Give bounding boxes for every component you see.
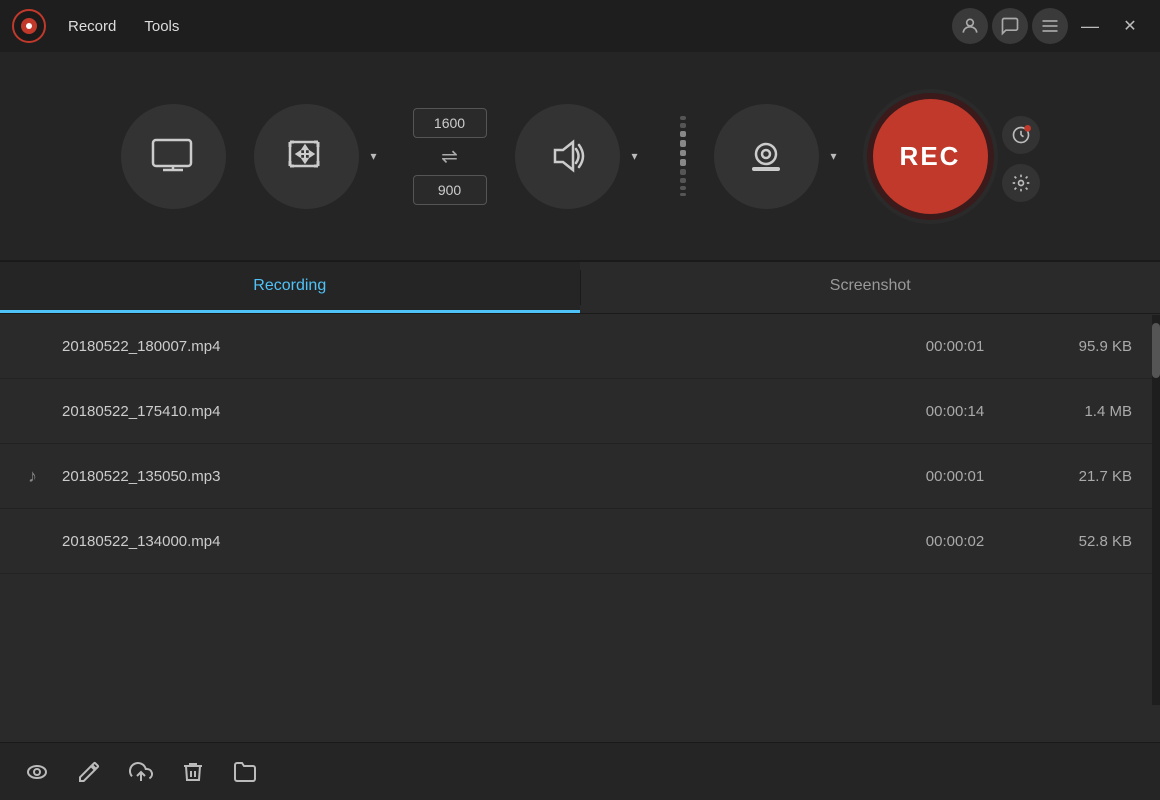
- delete-button[interactable]: [176, 755, 210, 789]
- audio-button[interactable]: [515, 104, 620, 209]
- vol-bar-7: [680, 169, 686, 175]
- titlebar-icons: — ✕: [952, 8, 1148, 44]
- file-duration: 00:00:01: [890, 468, 1020, 485]
- bottom-toolbar: [0, 742, 1160, 800]
- file-duration: 00:00:01: [890, 338, 1020, 355]
- audio-select-group: ▾: [515, 104, 646, 209]
- tab-screenshot[interactable]: Screenshot: [581, 262, 1160, 313]
- upload-button[interactable]: [124, 755, 158, 789]
- minimize-button[interactable]: —: [1072, 8, 1108, 44]
- tabs-bar: Recording Screenshot: [0, 262, 1160, 314]
- height-input[interactable]: 900: [413, 175, 487, 205]
- file-row[interactable]: 20180522_175410.mp4 00:00:14 1.4 MB: [0, 379, 1160, 444]
- region-button[interactable]: [254, 104, 359, 209]
- menu-icon-btn[interactable]: [1032, 8, 1068, 44]
- webcam-dropdown-arrow[interactable]: ▾: [823, 145, 845, 167]
- rec-area: REC: [873, 99, 1040, 214]
- app-logo: [12, 9, 46, 43]
- webcam-select-group: ▾: [714, 104, 845, 209]
- width-input[interactable]: 1600: [413, 108, 487, 138]
- scrollbar-track: [1152, 315, 1160, 705]
- scrollbar-thumb[interactable]: [1152, 323, 1160, 378]
- audio-dropdown-arrow[interactable]: ▾: [624, 145, 646, 167]
- file-size: 95.9 KB: [1032, 338, 1132, 355]
- folder-button[interactable]: [228, 755, 262, 789]
- vol-bar-8: [680, 178, 686, 182]
- close-button[interactable]: ✕: [1112, 8, 1148, 44]
- region-select-group: ▾: [254, 104, 385, 209]
- vol-bar-5: [680, 150, 686, 156]
- volume-indicator: [680, 116, 686, 196]
- vol-bar-4: [680, 140, 686, 147]
- chat-icon-btn[interactable]: [992, 8, 1028, 44]
- screen-capture-button[interactable]: [121, 104, 226, 209]
- schedule-button[interactable]: [1002, 116, 1040, 154]
- vol-bar-3: [680, 131, 686, 137]
- file-name: 20180522_134000.mp4: [62, 533, 878, 550]
- file-duration: 00:00:14: [890, 403, 1020, 420]
- resolution-group: 1600 ⇌ 900: [413, 108, 487, 205]
- webcam-button[interactable]: [714, 104, 819, 209]
- file-name: 20180522_175410.mp4: [62, 403, 878, 420]
- menu-tools[interactable]: Tools: [134, 14, 189, 39]
- file-row[interactable]: 20180522_180007.mp4 00:00:01 95.9 KB: [0, 314, 1160, 379]
- vol-bar-6: [680, 159, 686, 166]
- rec-button[interactable]: REC: [873, 99, 988, 214]
- file-size: 21.7 KB: [1032, 468, 1132, 485]
- file-row[interactable]: 20180522_134000.mp4 00:00:02 52.8 KB: [0, 509, 1160, 574]
- vol-bar-1: [680, 116, 686, 120]
- vol-bar-10: [680, 193, 686, 196]
- file-duration: 00:00:02: [890, 533, 1020, 550]
- settings-rec-button[interactable]: [1002, 164, 1040, 202]
- rec-sub-buttons: [1002, 116, 1040, 214]
- user-icon-btn[interactable]: [952, 8, 988, 44]
- file-row[interactable]: ♪ 20180522_135050.mp3 00:00:01 21.7 KB: [0, 444, 1160, 509]
- controls-bar: ▾ 1600 ⇌ 900 ▾: [0, 52, 1160, 262]
- audio-file-icon: ♪: [28, 466, 50, 487]
- link-icon: ⇌: [441, 144, 458, 169]
- edit-button[interactable]: [72, 755, 106, 789]
- menu-record[interactable]: Record: [58, 14, 126, 39]
- title-bar: Record Tools — ✕: [0, 0, 1160, 52]
- vol-bar-2: [680, 123, 686, 127]
- file-size: 1.4 MB: [1032, 403, 1132, 420]
- main-content: Recording Screenshot 20180522_180007.mp4…: [0, 262, 1160, 800]
- tab-recording[interactable]: Recording: [0, 262, 580, 313]
- file-size: 52.8 KB: [1032, 533, 1132, 550]
- region-dropdown-arrow[interactable]: ▾: [363, 145, 385, 167]
- vol-bar-9: [680, 186, 686, 190]
- file-name: 20180522_180007.mp4: [62, 338, 878, 355]
- file-list[interactable]: 20180522_180007.mp4 00:00:01 95.9 KB 201…: [0, 314, 1160, 742]
- file-name: 20180522_135050.mp3: [62, 468, 878, 485]
- preview-button[interactable]: [20, 755, 54, 789]
